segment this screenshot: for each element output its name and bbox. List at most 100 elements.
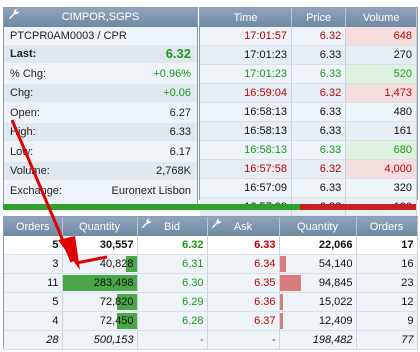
ask-quantity-text: 54,140 (318, 258, 353, 270)
bid-price: 6.29 (137, 292, 208, 312)
col-time[interactable]: Time (200, 8, 292, 27)
trade-volume: 680 (345, 140, 417, 160)
quote-row-value: +0.06 (163, 87, 191, 99)
bid-quantity-text: 500,153 (93, 334, 134, 346)
trade-price: 6.33 (291, 178, 347, 198)
quote-row-label: % Chg: (10, 67, 47, 80)
quote-row: % Chg: +0.96% (4, 65, 197, 83)
bid-price: 6.30 (137, 273, 208, 293)
quote-row-label: Open: (10, 106, 40, 119)
bid-orders: 5 (4, 292, 63, 312)
bid-quantity: 72,450 (62, 311, 138, 331)
quote-row-label: Last: (10, 48, 37, 60)
quote-header: CIMPOR,SGPS (4, 8, 197, 27)
trade-row: 16:58:13 6.33 480 (200, 102, 417, 122)
col-ask-orders[interactable]: Orders (356, 217, 418, 236)
col-ask-label: Ask (233, 220, 253, 233)
trade-row: 16:59:04 6.32 1,473 (200, 83, 417, 103)
bid-ask-balance-bar (3, 204, 416, 210)
trade-row: 16:58:13 6.33 161 (200, 121, 417, 141)
bid-quantity: 30,557 (62, 236, 138, 255)
col-bid[interactable]: Bid (137, 217, 208, 236)
col-ask-quantity[interactable]: Quantity (279, 217, 357, 236)
col-bid-orders[interactable]: Orders (4, 217, 63, 236)
col-bid-label: Bid (164, 220, 180, 233)
ask-price: 6.35 (207, 273, 280, 293)
ask-orders: 23 (356, 273, 418, 293)
quote-row: Last: 6.32 (4, 45, 197, 63)
trade-time: 16:58:13 (200, 102, 292, 122)
bid-quantity-text: 283,498 (93, 277, 134, 289)
quote-row-value: +0.96% (153, 67, 191, 80)
wrench-icon[interactable] (211, 218, 222, 232)
bid-orders: 3 (4, 254, 63, 274)
book-row: 4 72,450 6.28 6.37 12,409 9 (4, 311, 418, 331)
col-bid-quantity[interactable]: Quantity (62, 217, 138, 236)
trade-time: 17:01:23 (200, 45, 292, 65)
ask-price: 6.37 (207, 311, 280, 331)
bid-share-fill (3, 204, 301, 210)
bid-orders: 11 (4, 273, 63, 293)
bid-price: 6.31 (137, 254, 208, 274)
book-row: 5 30,557 6.32 6.33 22,066 17 (4, 236, 418, 255)
bid-quantity: 72,820 (62, 292, 138, 312)
quote-row-value: 6.27 (169, 106, 191, 119)
trade-row: 16:57:58 6.32 4,000 (200, 159, 417, 179)
trade-volume: 520 (345, 64, 417, 84)
ask-price: 6.33 (207, 236, 280, 255)
quote-row: High: 6.33 (4, 123, 197, 141)
trade-volume: 480 (345, 102, 417, 122)
bid-quantity: 500,153 (62, 330, 138, 350)
ask-depth-bar (279, 313, 283, 329)
trade-price: 6.33 (291, 121, 347, 141)
ask-quantity: 12,409 (279, 311, 357, 331)
trade-row: 17:01:57 6.32 648 (200, 27, 417, 46)
ask-quantity-text: 198,482 (312, 334, 353, 346)
ask-orders: 12 (356, 292, 418, 312)
quote-row-value: 6.17 (169, 145, 191, 158)
ask-orders: 77 (356, 330, 418, 350)
quote-row-label: High: (10, 126, 36, 138)
quote-row-value: 6.33 (169, 126, 191, 138)
wrench-icon[interactable] (141, 218, 152, 232)
order-book-panel: Orders Quantity Bid Ask Quantity Orders … (3, 216, 418, 350)
bid-quantity-text: 72,820 (99, 296, 134, 308)
bid-quantity: 40,828 (62, 254, 138, 274)
col-price[interactable]: Price (291, 8, 347, 27)
quote-row-label: Exchange: (10, 184, 62, 197)
trade-row: 17:01:23 6.33 270 (200, 45, 417, 65)
trade-row: 16:58:13 6.33 680 (200, 140, 417, 160)
ask-quantity-text: 15,022 (318, 296, 353, 308)
bid-price: 6.32 (137, 236, 208, 255)
trade-volume: 161 (345, 121, 417, 141)
ask-price: 6.36 (207, 292, 280, 312)
trade-row: 16:57:09 6.33 320 (200, 178, 417, 198)
symbol-label: PTCPR0AM0003 / CPR (10, 30, 127, 42)
quote-row-label: Volume: (10, 165, 50, 177)
col-ask[interactable]: Ask (207, 217, 280, 236)
book-row: 11 283,498 6.30 6.35 94,845 23 (4, 273, 418, 293)
bid-price: 6.28 (137, 311, 208, 331)
trade-time: 16:58:13 (200, 121, 292, 141)
ask-quantity: 198,482 (279, 330, 357, 350)
trade-price: 6.33 (291, 45, 347, 65)
ask-quantity-text: 94,845 (318, 277, 353, 289)
trades-panel: Time Price Volume 17:01:57 6.32 648 17:01:2… (199, 7, 418, 217)
ask-quantity: 54,140 (279, 254, 357, 274)
bid-quantity-text: 72,450 (99, 315, 134, 327)
trade-price: 6.32 (291, 159, 347, 179)
ask-depth-bar (279, 275, 301, 291)
book-header-row: Orders Quantity Bid Ask Quantity Orders (4, 217, 418, 236)
quote-row: Open: 6.27 (4, 104, 197, 122)
quote-row: Volume: 2,768K (4, 162, 197, 180)
trade-time: 16:59:04 (200, 83, 292, 103)
ask-quantity: 22,066 (279, 236, 357, 255)
ask-price: - (207, 330, 280, 350)
wrench-icon[interactable] (8, 8, 20, 27)
ask-depth-bar (279, 256, 287, 272)
col-volume[interactable]: Volume (345, 8, 417, 27)
trade-price: 6.33 (291, 64, 347, 84)
quote-row-label: Low: (10, 145, 34, 158)
trade-price: 6.33 (291, 140, 347, 160)
bid-orders: 4 (4, 311, 63, 331)
